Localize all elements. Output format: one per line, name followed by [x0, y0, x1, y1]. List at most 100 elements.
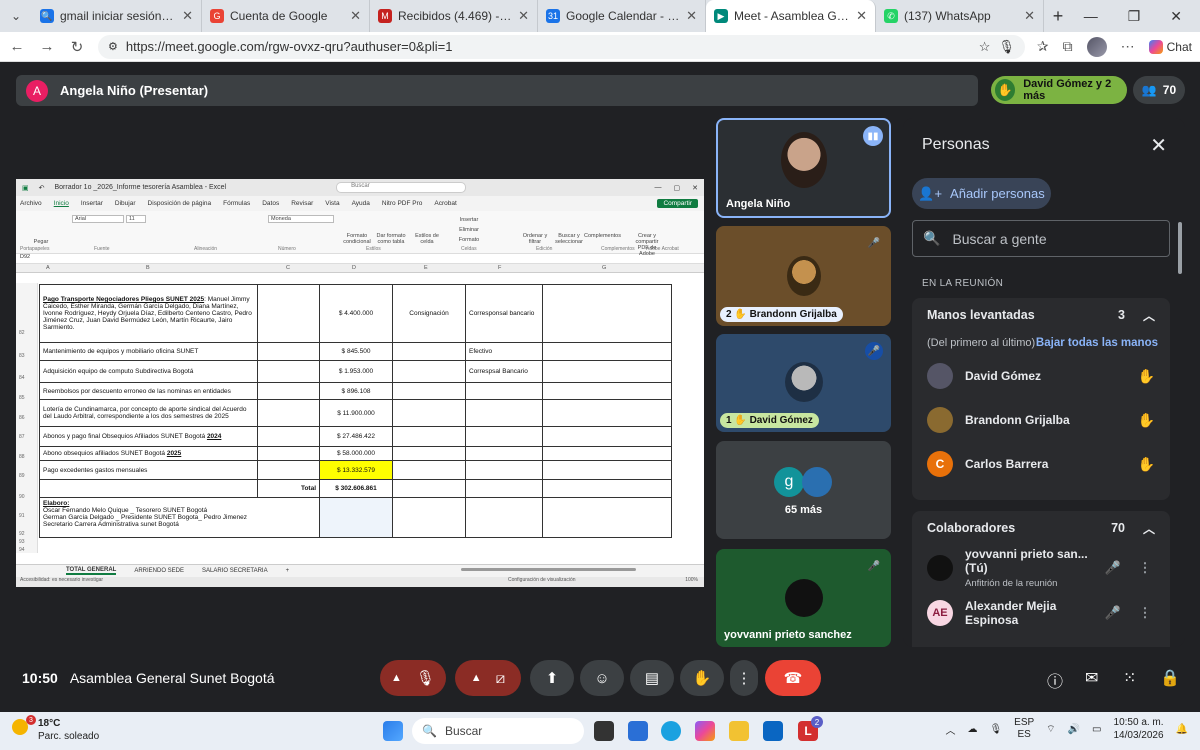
excel-share-button: Compartir	[657, 199, 698, 208]
close-window-icon[interactable]: ✕	[1170, 8, 1182, 25]
captions-button[interactable]: ▤	[630, 660, 674, 696]
omnibox[interactable]: ⚙ https://meet.google.com/rgw-ovxz-qru?a…	[98, 34, 1025, 59]
profile-avatar[interactable]	[1086, 36, 1107, 57]
chevron-up-icon[interactable]: ▲	[471, 672, 482, 684]
volume-icon[interactable]: 🔊	[1068, 724, 1080, 735]
mic-off-icon: 🎙	[415, 670, 435, 687]
raised-hand-person: Brandonn Grijalba ✋	[912, 398, 1170, 442]
search-people-input[interactable]: 🔍 Buscar a gente	[912, 220, 1170, 257]
browser-tab[interactable]: ▶ Meet - Asamblea Genera ✕	[706, 0, 876, 32]
order-note: (Del primero al último)	[927, 337, 1036, 349]
panel-scrollbar[interactable]	[1178, 222, 1182, 274]
reload-icon[interactable]: ↻	[68, 38, 86, 56]
site-info-icon[interactable]: ⚙	[108, 40, 118, 53]
forward-icon[interactable]: →	[38, 38, 56, 55]
edge-icon[interactable]	[661, 721, 681, 741]
lower-hand-icon[interactable]: ✋	[1138, 412, 1155, 429]
excel-menu-item: Archivo	[20, 200, 42, 207]
lower-hand-icon[interactable]: ✋	[1138, 368, 1155, 385]
cloud-icon[interactable]: ☁	[967, 724, 977, 735]
lower-all-hands-button[interactable]: Bajar todas las manos	[1036, 337, 1158, 349]
language-indicator[interactable]: ESP ES	[1014, 717, 1034, 741]
maximize-icon[interactable]: ❐	[1128, 8, 1141, 25]
ribbon-group-label: Número	[278, 246, 296, 252]
ribbon-group-label: Estilos	[366, 246, 381, 252]
reactions-button[interactable]: ☺	[580, 660, 624, 696]
wifi-icon[interactable]: ⌔	[1046, 723, 1055, 736]
new-tab-button[interactable]: +	[1044, 6, 1072, 27]
add-people-button[interactable]: 👤+ Añadir personas	[912, 178, 1051, 209]
tab-close-icon[interactable]: ✕	[856, 8, 867, 24]
mic-icon[interactable]: 🎙	[998, 39, 1015, 55]
mic-off-icon[interactable]: 🎤	[1103, 605, 1123, 621]
host-controls-icon[interactable]: 🔒	[1160, 668, 1180, 688]
sheet-tab: SALARIO SECRETARIA	[202, 568, 268, 574]
empty-cell	[542, 497, 672, 538]
tile-david[interactable]: 🎤 1 ✋ David Gómez	[716, 334, 891, 432]
leave-call-button[interactable]: ☎	[765, 660, 821, 696]
outlook-icon[interactable]	[628, 721, 648, 741]
method-cell: Correspsal Bancario	[465, 360, 543, 383]
chat-button[interactable]: Chat	[1148, 39, 1192, 54]
back-icon[interactable]: ←	[8, 38, 26, 55]
taskbar-search[interactable]: 🔍 Buscar	[412, 718, 584, 744]
chat-icon[interactable]: ✉	[1085, 668, 1098, 688]
more-menu-icon[interactable]: ⋯	[1121, 38, 1135, 55]
mic-off-icon[interactable]: 🎤	[1103, 560, 1123, 576]
person-name: David Gómez	[965, 369, 1042, 383]
chevron-up-icon[interactable]: ︿	[1143, 307, 1155, 324]
raise-hand-button[interactable]: ✋	[680, 660, 724, 696]
browser-tab[interactable]: 31 Google Calendar - Detalles d ✕	[538, 0, 706, 32]
more-options-icon[interactable]: ⋮	[1135, 560, 1155, 576]
collaborators-header[interactable]: Colaboradores 70 ︿	[912, 511, 1170, 545]
chevron-up-icon[interactable]: ▲	[391, 672, 402, 684]
clock[interactable]: 10:50 a. m. 14/03/2026	[1113, 716, 1163, 742]
tile-more-participants[interactable]: g 65 más	[716, 441, 891, 539]
bookmark-star-icon[interactable]: ☆	[979, 39, 991, 55]
start-icon[interactable]	[383, 721, 403, 741]
participants-chip[interactable]: 👥 70	[1133, 76, 1185, 104]
show-hidden-icon[interactable]: ︿	[945, 722, 955, 737]
close-icon[interactable]: ✕	[1150, 133, 1167, 158]
collections-icon[interactable]: ⧉	[1063, 38, 1073, 55]
file-explorer-icon[interactable]	[729, 721, 749, 741]
weather-widget[interactable]: 3 18°C Parc. soleado	[12, 715, 99, 743]
excel-menu-item: Dibujar	[114, 200, 136, 207]
url-text[interactable]: https://meet.google.com/rgw-ovxz-qru?aut…	[126, 39, 971, 54]
tab-close-icon[interactable]: ✕	[182, 8, 193, 24]
tab-close-icon[interactable]: ✕	[1024, 8, 1035, 24]
tile-yovvanni[interactable]: 🎤 yovvanni prieto sanchez	[716, 549, 891, 647]
browser-tab[interactable]: G Cuenta de Google ✕	[202, 0, 370, 32]
participant-video	[780, 132, 827, 188]
browser-tab[interactable]: M Recibidos (4.469) - yovvanni0 ✕	[370, 0, 538, 32]
tab-search-icon[interactable]: ⌄	[0, 0, 32, 32]
raised-hands-chip[interactable]: ✋ David Gómez y 2 más	[991, 76, 1127, 104]
tab-close-icon[interactable]: ✕	[350, 8, 361, 24]
info-icon[interactable]: ⓘ	[1047, 668, 1063, 692]
tab-close-icon[interactable]: ✕	[686, 8, 697, 24]
tile-angela[interactable]: ▮▮ Angela Niño	[716, 118, 891, 218]
mic-toggle-button[interactable]: ▲ 🎙	[380, 660, 446, 696]
chevron-up-icon[interactable]: ︿	[1143, 520, 1155, 537]
minimize-icon[interactable]: —	[1084, 8, 1098, 25]
favorites-icon[interactable]: ✰	[1037, 38, 1049, 55]
store-icon[interactable]	[763, 721, 783, 741]
copilot-icon[interactable]	[695, 721, 715, 741]
battery-icon[interactable]: ▭	[1092, 724, 1101, 735]
browser-tab[interactable]: ✆ (137) WhatsApp ✕	[876, 0, 1044, 32]
browser-tab[interactable]: 🔍 gmail iniciar sesión abrir corre ✕	[32, 0, 202, 32]
camera-toggle-button[interactable]: ▲ ⧄	[455, 660, 521, 696]
mic-tray-icon[interactable]: 🎙	[989, 724, 1002, 735]
more-options-icon[interactable]: ⋮	[1135, 605, 1155, 621]
task-view-icon[interactable]	[594, 721, 614, 741]
excel-ribbon: Portapapeles Fuente Alineación Número Estilo…	[16, 211, 704, 257]
more-options-button[interactable]: ⋮	[730, 660, 758, 696]
raised-hands-header[interactable]: Manos levantadas 3 ︿	[912, 298, 1170, 332]
tab-close-icon[interactable]: ✕	[518, 8, 529, 24]
empty-cell	[542, 382, 672, 400]
notifications-icon[interactable]: 🔔	[1176, 724, 1188, 735]
activities-icon[interactable]: ⁙	[1123, 668, 1136, 688]
present-screen-button[interactable]: ⬆	[530, 660, 574, 696]
tile-brandonn[interactable]: 🎤 2 ✋ Brandonn Grijalba	[716, 226, 891, 326]
lower-hand-icon[interactable]: ✋	[1138, 456, 1155, 473]
